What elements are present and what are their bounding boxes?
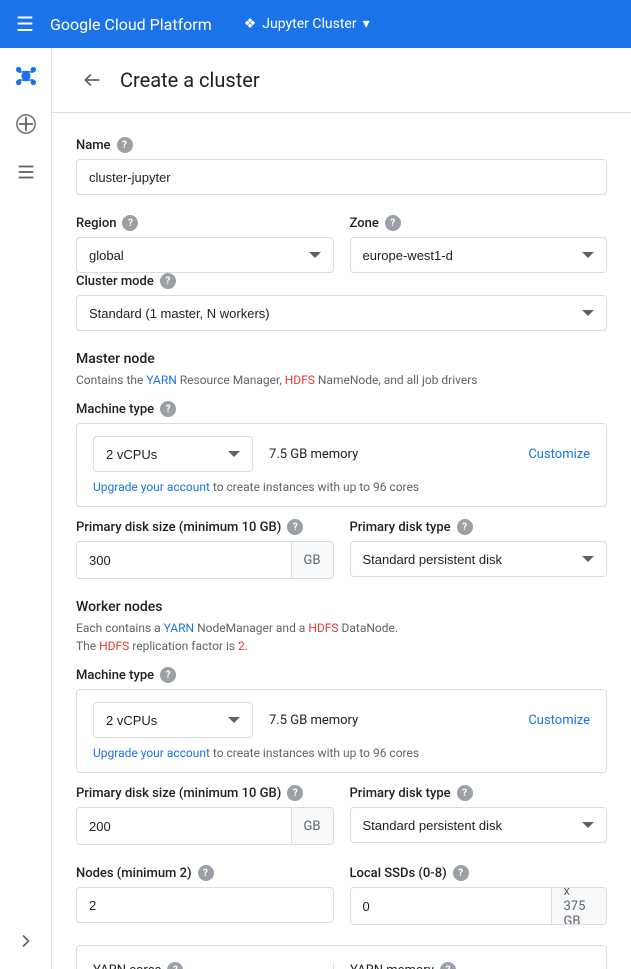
app-layout: Create a cluster Name ? Region ?: [0, 48, 631, 969]
ssds-unit: x 375 GB: [551, 888, 607, 924]
ssds-group: Local SSDs (0-8) ? x 375 GB: [350, 865, 608, 925]
app-title: Google Cloud Platform: [50, 15, 212, 34]
summary-box: YARN cores ? 4 YARN memory ? 12 GB: [76, 945, 607, 969]
zone-group: Zone ? europe-west1-d: [350, 215, 608, 273]
master-disk-unit: GB: [291, 542, 333, 578]
zone-select[interactable]: europe-west1-d: [350, 237, 608, 273]
worker-nodes-title: Worker nodes: [76, 599, 607, 615]
worker-machine-type-help-icon[interactable]: ?: [160, 667, 176, 683]
menu-icon[interactable]: ☰: [16, 12, 34, 36]
nodes-ssds-row: Nodes (minimum 2) ? Local SSDs (0-8) ? x…: [76, 865, 607, 925]
cluster-selector[interactable]: ❖ Jupyter Cluster ▾: [244, 16, 370, 32]
worker-disk-size-group: Primary disk size (minimum 10 GB) ? GB: [76, 785, 334, 845]
master-node-title: Master node: [76, 351, 607, 367]
master-disk-type-select[interactable]: Standard persistent disk: [350, 541, 608, 577]
worker-disk-type-help-icon[interactable]: ?: [457, 785, 473, 801]
yarn-memory-help-icon[interactable]: ?: [440, 962, 456, 969]
master-machine-type-select[interactable]: 2 vCPUs: [93, 436, 253, 472]
cluster-dot-icon: ❖: [244, 16, 257, 32]
master-disk-size-group: Primary disk size (minimum 10 GB) ? GB: [76, 519, 334, 579]
cluster-name: Jupyter Cluster: [262, 16, 356, 32]
worker-machine-type-select[interactable]: 2 vCPUs: [93, 702, 253, 738]
master-upgrade-link[interactable]: Upgrade your account: [93, 480, 210, 494]
region-help-icon[interactable]: ?: [122, 215, 138, 231]
cluster-mode-help-icon[interactable]: ?: [160, 273, 176, 289]
worker-nodes-section: Worker nodes Each contains a YARN NodeMa…: [76, 599, 607, 925]
worker-disk-type-select[interactable]: Standard persistent disk: [350, 807, 608, 843]
ssds-help-icon[interactable]: ?: [453, 865, 469, 881]
sidebar-item-add[interactable]: [6, 104, 46, 144]
worker-disk-unit: GB: [291, 808, 333, 844]
worker-machine-memory: 7.5 GB memory: [269, 713, 512, 728]
sidebar-item-list[interactable]: [6, 152, 46, 192]
main-content: Create a cluster Name ? Region ?: [52, 48, 631, 969]
worker-upgrade-link[interactable]: Upgrade your account: [93, 746, 210, 760]
region-zone-row: Region ? global Zone ? europe-west1-d: [76, 215, 607, 273]
worker-nodes-desc: Each contains a YARN NodeManager and a H…: [76, 619, 607, 655]
master-machine-type-box: 2 vCPUs 7.5 GB memory Customize Upgrade …: [76, 423, 607, 507]
nodes-help-icon[interactable]: ?: [198, 865, 214, 881]
create-cluster-form: Name ? Region ? global: [52, 113, 631, 969]
name-help-icon[interactable]: ?: [117, 137, 133, 153]
nodes-input[interactable]: [76, 887, 334, 923]
master-upgrade-text: Upgrade your account to create instances…: [93, 480, 590, 494]
topnav: ☰ Google Cloud Platform ❖ Jupyter Cluste…: [0, 0, 631, 48]
cluster-mode-select[interactable]: Standard (1 master, N workers): [76, 295, 607, 331]
master-disk-size-help-icon[interactable]: ?: [287, 519, 303, 535]
zone-help-icon[interactable]: ?: [385, 215, 401, 231]
master-node-section: Master node Contains the YARN Resource M…: [76, 351, 607, 579]
worker-customize-link[interactable]: Customize: [528, 713, 590, 728]
worker-disk-row: Primary disk size (minimum 10 GB) ? GB P…: [76, 785, 607, 845]
master-disk-type-help-icon[interactable]: ?: [457, 519, 473, 535]
worker-disk-size-input[interactable]: [77, 808, 291, 844]
worker-disk-type-group: Primary disk type ? Standard persistent …: [350, 785, 608, 845]
page-header: Create a cluster: [52, 48, 631, 113]
region-group: Region ? global: [76, 215, 334, 273]
name-label: Name ?: [76, 137, 607, 153]
master-machine-memory: 7.5 GB memory: [269, 447, 512, 462]
ssds-input[interactable]: [351, 888, 551, 924]
master-disk-type-group: Primary disk type ? Standard persistent …: [350, 519, 608, 579]
sidebar-item-dataproc[interactable]: [6, 56, 46, 96]
cluster-mode-group: Cluster mode ? Standard (1 master, N wor…: [76, 273, 607, 331]
worker-disk-size-help-icon[interactable]: ?: [287, 785, 303, 801]
nodes-group: Nodes (minimum 2) ?: [76, 865, 334, 925]
sidebar: [0, 48, 52, 969]
master-machine-type-help-icon[interactable]: ?: [160, 401, 176, 417]
yarn-memory-col: YARN memory ? 12 GB: [333, 962, 590, 969]
worker-machine-type-box: 2 vCPUs 7.5 GB memory Customize Upgrade …: [76, 689, 607, 773]
sidebar-collapse-icon[interactable]: [6, 921, 46, 961]
master-node-desc: Contains the YARN Resource Manager, HDFS…: [76, 371, 607, 389]
name-group: Name ?: [76, 137, 607, 195]
page-title: Create a cluster: [120, 68, 260, 92]
worker-upgrade-text: Upgrade your account to create instances…: [93, 746, 590, 760]
master-disk-size-input[interactable]: [77, 542, 291, 578]
back-button[interactable]: [76, 64, 108, 96]
master-disk-row: Primary disk size (minimum 10 GB) ? GB P…: [76, 519, 607, 579]
master-customize-link[interactable]: Customize: [528, 447, 590, 462]
cluster-arrow-icon: ▾: [363, 16, 370, 32]
name-input[interactable]: [76, 159, 607, 195]
yarn-cores-col: YARN cores ? 4: [93, 962, 333, 969]
yarn-cores-help-icon[interactable]: ?: [167, 962, 183, 969]
region-select[interactable]: global: [76, 237, 334, 273]
